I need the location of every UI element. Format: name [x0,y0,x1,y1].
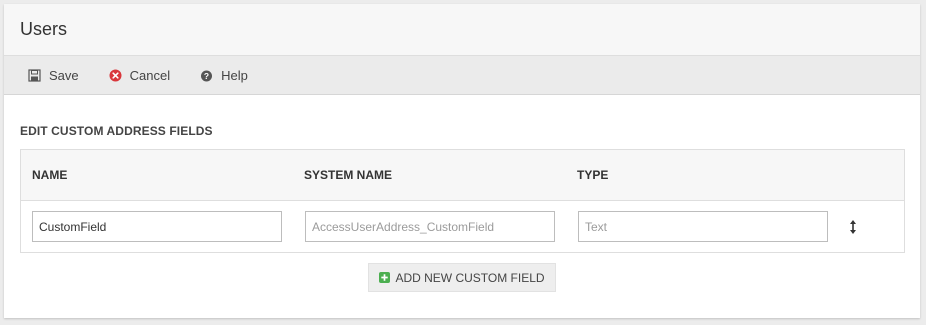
svg-text:?: ? [204,71,209,81]
save-button[interactable]: Save [28,68,79,83]
toolbar: Save Cancel ? Help [4,56,920,95]
cancel-circle-icon [109,69,122,82]
table-header: NAME SYSTEM NAME TYPE [21,150,904,201]
page-title: Users [20,19,68,39]
help-button[interactable]: ? Help [200,68,248,83]
panel-header: Users [4,4,920,56]
save-label: Save [49,67,79,83]
custom-fields-table: NAME SYSTEM NAME TYPE [20,149,905,253]
plus-square-icon [379,272,391,283]
help-circle-icon: ? [200,69,213,82]
floppy-disk-icon [28,68,41,82]
name-input[interactable] [32,211,282,242]
type-input[interactable] [578,211,828,242]
column-header-name: NAME [32,168,68,182]
add-new-custom-field-label: ADD NEW CUSTOM FIELD [395,270,545,285]
sort-arrows-icon[interactable] [849,219,857,235]
column-header-system-name: SYSTEM NAME [304,168,393,182]
users-panel: Users Save Cancel ? Help EDIT CUSTOM ADD… [4,4,920,318]
add-new-custom-field-button[interactable]: ADD NEW CUSTOM FIELD [368,263,556,292]
section-title: EDIT CUSTOM ADDRESS FIELDS [20,124,213,138]
cancel-label: Cancel [129,67,171,83]
help-label: Help [221,67,248,83]
system-name-input[interactable] [305,211,555,242]
cancel-button[interactable]: Cancel [109,68,170,83]
column-header-type: TYPE [577,168,609,182]
table-row [21,201,904,253]
